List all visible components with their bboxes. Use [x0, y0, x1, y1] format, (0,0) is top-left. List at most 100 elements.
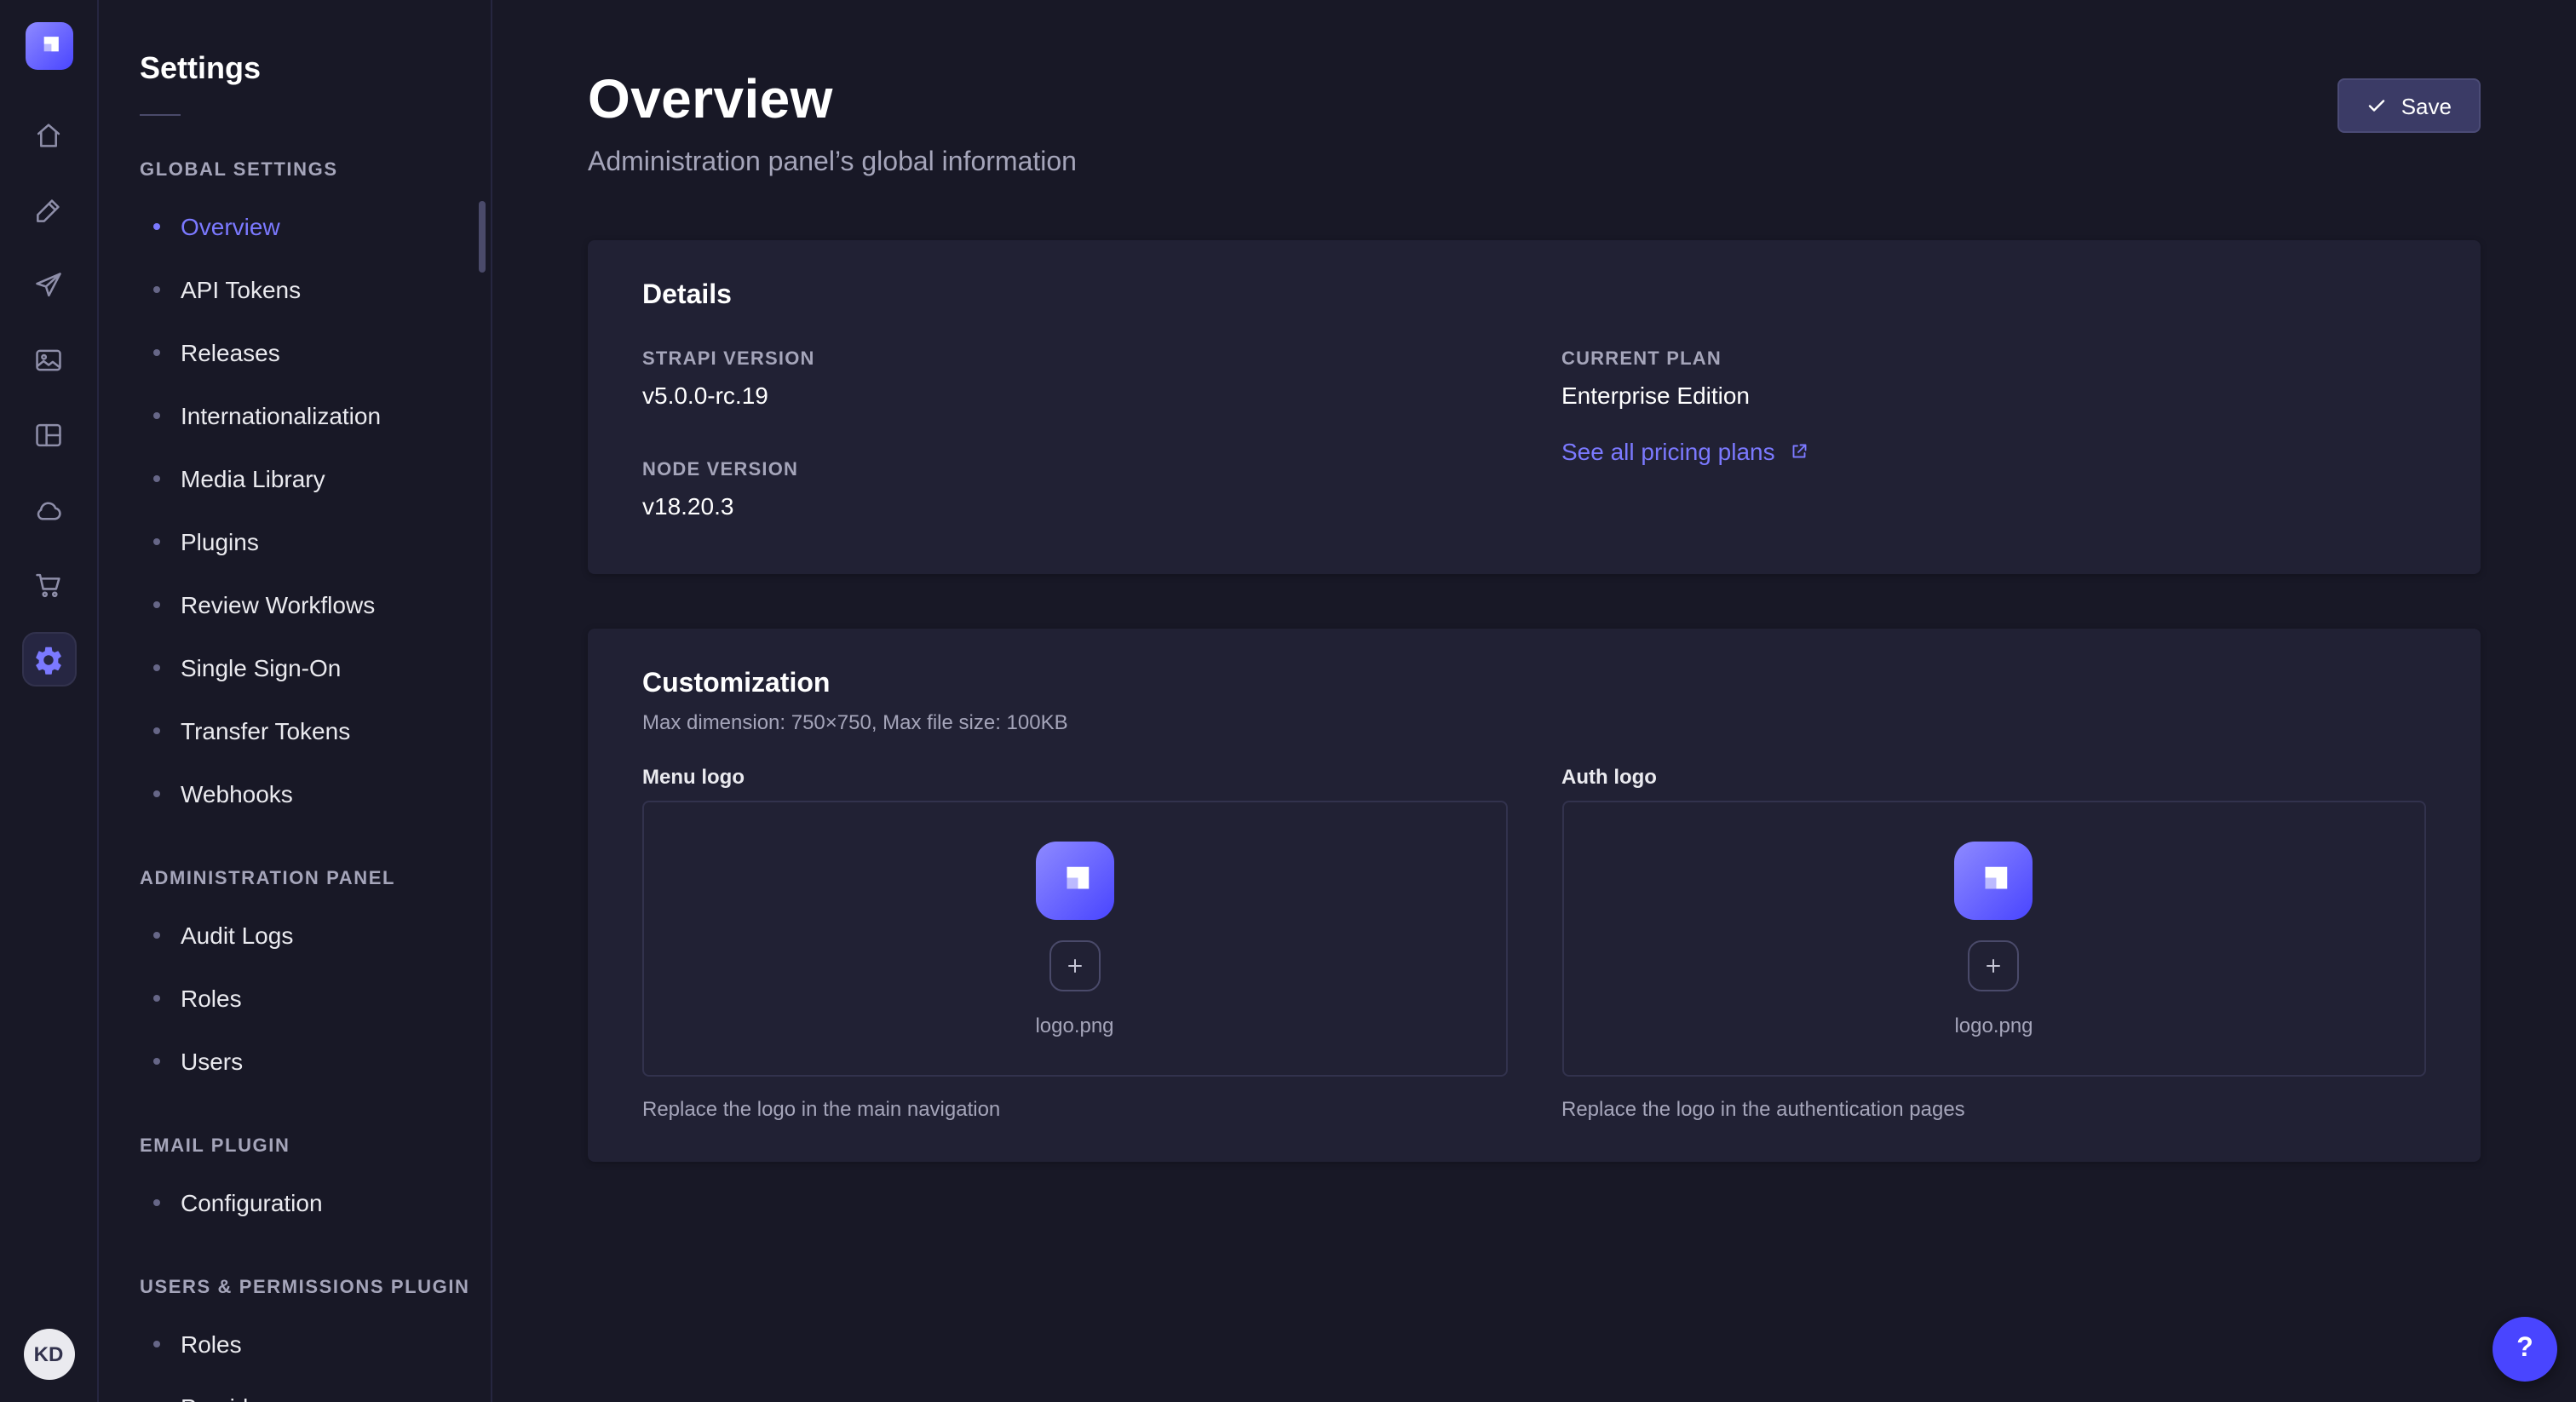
section-label: GLOBAL SETTINGS — [140, 160, 491, 181]
cloud-icon — [32, 493, 65, 526]
logo-uploads: Menu logo logo — [642, 765, 2426, 1121]
sidebar-item-label: Transfer Tokens — [181, 716, 350, 744]
main-content: Overview Administration panel’s global i… — [492, 0, 2576, 1402]
scrollbar-thumb[interactable] — [479, 201, 486, 273]
settings-sidebar: Settings GLOBAL SETTINGS Overview API To… — [99, 0, 492, 1402]
sidebar-item-label: Webhooks — [181, 779, 293, 807]
sidebar-item-overview[interactable]: Overview — [153, 194, 491, 257]
app-stage: KD Settings GLOBAL SETTINGS Overview API… — [0, 0, 2576, 1402]
nav-list: Audit Logs Roles Users — [140, 903, 491, 1092]
gear-icon — [32, 643, 65, 675]
pricing-link[interactable]: See all pricing plans — [1561, 438, 1809, 465]
bullet-icon — [153, 474, 160, 481]
sidebar-item-internationalization[interactable]: Internationalization — [153, 383, 491, 446]
menu-logo-dropzone[interactable]: logo.png — [642, 801, 1507, 1077]
bullet-icon — [153, 727, 160, 733]
sidebar-item-review-workflows[interactable]: Review Workflows — [153, 572, 491, 635]
details-card-title: Details — [642, 281, 2426, 312]
sidebar-item-label: Plugins — [181, 527, 259, 554]
rail-nav — [21, 107, 76, 687]
menu-logo-preview — [1036, 841, 1114, 919]
section-administration-panel: ADMINISTRATION PANEL Audit Logs Roles Us… — [140, 869, 491, 1092]
bullet-icon — [153, 1057, 160, 1064]
sidebar-item-up-roles[interactable]: Roles — [153, 1312, 491, 1375]
bullet-icon — [153, 222, 160, 229]
auth-logo-add-button[interactable] — [1969, 939, 2020, 991]
bullet-icon — [153, 600, 160, 607]
details-left-column: STRAPI VERSION v5.0.0-rc.19 NODE VERSION… — [642, 349, 1507, 520]
nav-list: Roles Providers — [140, 1312, 491, 1402]
pen-icon — [32, 193, 65, 226]
bullet-icon — [153, 537, 160, 544]
menu-logo-add-button[interactable] — [1049, 939, 1101, 991]
pricing-link-label: See all pricing plans — [1561, 438, 1775, 465]
section-email-plugin: EMAIL PLUGIN Configuration — [140, 1136, 491, 1233]
bullet-icon — [153, 1198, 160, 1205]
strapi-version-value: v5.0.0-rc.19 — [642, 382, 1507, 409]
details-right-column: CURRENT PLAN Enterprise Edition See all … — [1561, 349, 2426, 520]
strapi-logo[interactable] — [25, 22, 72, 70]
sidebar-item-label: Users — [181, 1047, 243, 1074]
settings-title: Settings — [140, 51, 491, 87]
menu-logo-filename: logo.png — [1035, 1013, 1113, 1037]
sidebar-item-transfer-tokens[interactable]: Transfer Tokens — [153, 698, 491, 761]
auth-logo-upload: Auth logo logo — [1561, 765, 2426, 1121]
current-plan-field: CURRENT PLAN Enterprise Edition — [1561, 349, 2426, 409]
section-label: USERS & PERMISSIONS PLUGIN — [140, 1278, 491, 1298]
sidebar-item-admin-roles[interactable]: Roles — [153, 966, 491, 1029]
section-label: ADMINISTRATION PANEL — [140, 869, 491, 889]
nav-media-library-button[interactable] — [21, 332, 76, 387]
details-grid: STRAPI VERSION v5.0.0-rc.19 NODE VERSION… — [642, 349, 2426, 520]
save-button-label: Save — [2401, 93, 2452, 118]
help-button[interactable]: ? — [2493, 1317, 2557, 1382]
sidebar-item-audit-logs[interactable]: Audit Logs — [153, 903, 491, 966]
sidebar-item-api-tokens[interactable]: API Tokens — [153, 257, 491, 320]
plus-icon — [1065, 955, 1085, 975]
nav-settings-button[interactable] — [21, 632, 76, 687]
avatar[interactable]: KD — [23, 1329, 74, 1380]
sidebar-item-up-providers[interactable]: Providers — [153, 1375, 491, 1402]
menu-logo-upload: Menu logo logo — [642, 765, 1507, 1121]
sidebar-item-label: Media Library — [181, 464, 325, 491]
nav-releases-button[interactable] — [21, 257, 76, 312]
bullet-icon — [153, 285, 160, 292]
sidebar-item-label: API Tokens — [181, 275, 301, 302]
section-users-permissions-plugin: USERS & PERMISSIONS PLUGIN Roles Provide… — [140, 1278, 491, 1402]
sidebar-item-webhooks[interactable]: Webhooks — [153, 761, 491, 825]
title-divider — [140, 114, 181, 116]
sidebar-item-label: Roles — [181, 984, 242, 1011]
auth-logo-preview — [1955, 841, 2033, 919]
menu-logo-hint: Replace the logo in the main navigation — [642, 1097, 1507, 1121]
nav-cloud-button[interactable] — [21, 482, 76, 537]
sidebar-item-label: Configuration — [181, 1188, 323, 1215]
sidebar-item-releases[interactable]: Releases — [153, 320, 491, 383]
strapi-version-label: STRAPI VERSION — [642, 349, 1507, 370]
sidebar-item-plugins[interactable]: Plugins — [153, 509, 491, 572]
nav-list: Configuration — [140, 1170, 491, 1233]
sidebar-item-media-library[interactable]: Media Library — [153, 446, 491, 509]
nav-content-manager-button[interactable] — [21, 182, 76, 237]
page-subtitle: Administration panel’s global informatio… — [588, 148, 1077, 179]
sidebar-item-single-sign-on[interactable]: Single Sign-On — [153, 635, 491, 698]
strapi-mark-icon — [1969, 854, 2020, 905]
strapi-admin-app: KD Settings GLOBAL SETTINGS Overview API… — [0, 0, 2576, 1402]
sidebar-item-label: Audit Logs — [181, 921, 293, 948]
node-version-field: NODE VERSION v18.20.3 — [642, 460, 1507, 520]
page-header-text: Overview Administration panel’s global i… — [588, 68, 1077, 179]
bullet-icon — [153, 1340, 160, 1347]
section-label: EMAIL PLUGIN — [140, 1136, 491, 1157]
auth-logo-filename: logo.png — [1954, 1013, 2033, 1037]
nav-marketplace-button[interactable] — [21, 557, 76, 612]
nav-content-type-builder-button[interactable] — [21, 407, 76, 462]
cart-icon — [32, 568, 65, 600]
nav-home-button[interactable] — [21, 107, 76, 162]
auth-logo-label: Auth logo — [1561, 765, 2426, 789]
strapi-version-field: STRAPI VERSION v5.0.0-rc.19 — [642, 349, 1507, 409]
save-button[interactable]: Save — [2338, 78, 2481, 133]
sidebar-item-email-configuration[interactable]: Configuration — [153, 1170, 491, 1233]
sidebar-item-admin-users[interactable]: Users — [153, 1029, 491, 1092]
auth-logo-dropzone[interactable]: logo.png — [1561, 801, 2426, 1077]
details-card: Details STRAPI VERSION v5.0.0-rc.19 NODE… — [588, 240, 2481, 574]
current-plan-value: Enterprise Edition — [1561, 382, 2426, 409]
auth-logo-hint: Replace the logo in the authentication p… — [1561, 1097, 2426, 1121]
